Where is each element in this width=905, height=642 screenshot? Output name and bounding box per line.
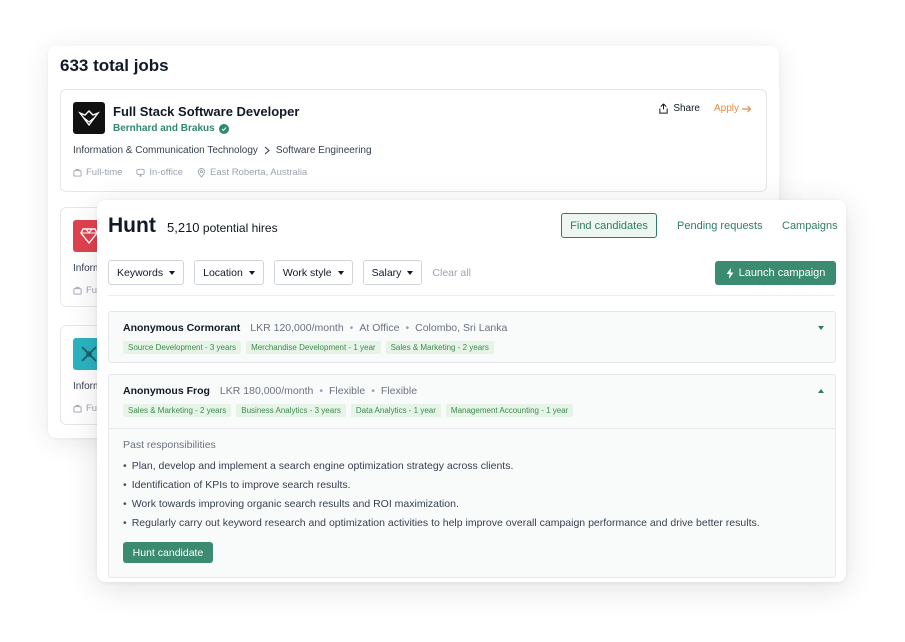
skill-tag: Management Accounting - 1 year <box>445 404 574 417</box>
lightning-icon <box>726 267 734 279</box>
work-style-filter-label: Work style <box>282 266 332 279</box>
collapse-chevron-up-icon[interactable] <box>818 389 824 393</box>
location-label: East Roberta, Australia <box>210 167 308 178</box>
candidate-work-style: At Office <box>359 322 400 334</box>
skill-tags: Sales & Marketing - 2 years Business Ana… <box>123 404 574 417</box>
caret-down-icon <box>169 270 176 275</box>
skill-tag: Merchandise Development - 1 year <box>246 341 381 354</box>
chevron-right-icon <box>264 146 270 155</box>
apply-button[interactable]: Apply <box>714 103 752 114</box>
candidate-header: Anonymous Frog LKR 180,000/month • Flexi… <box>123 385 417 397</box>
briefcase-icon <box>73 404 82 413</box>
briefcase-icon <box>73 168 82 177</box>
caret-down-icon <box>337 270 344 275</box>
candidate-location: Colombo, Sri Lanka <box>415 322 508 334</box>
candidate-salary: LKR 120,000/month <box>250 322 344 334</box>
share-button[interactable]: Share <box>658 103 700 114</box>
expand-chevron-down-icon[interactable] <box>818 326 824 330</box>
salary-filter[interactable]: Salary <box>362 260 423 285</box>
hunt-panel: Hunt 5,210 potential hires Find candidat… <box>97 200 846 582</box>
subcategory-label: Software Engineering <box>275 145 372 156</box>
campaigns-link[interactable]: Campaigns <box>782 213 838 238</box>
company-logo <box>73 102 105 134</box>
caret-down-icon <box>248 270 255 275</box>
employment-type-peek: Fu <box>86 403 98 414</box>
company-name[interactable]: Bernhard and Brakus <box>113 123 229 134</box>
page-title: Hunt <box>108 214 156 237</box>
candidate-header: Anonymous Cormorant LKR 120,000/month • … <box>123 322 507 334</box>
filter-bar: Keywords Location Work style Salary Clea… <box>108 260 471 285</box>
skill-tag: Sales & Marketing - 2 years <box>123 404 232 417</box>
skill-tags: Source Development - 3 years Merchandise… <box>123 341 494 354</box>
skill-tag: Sales & Marketing - 2 years <box>385 341 494 354</box>
hires-number: 5,210 <box>167 220 200 235</box>
salary-filter-label: Salary <box>371 266 402 279</box>
keywords-filter-label: Keywords <box>117 266 164 279</box>
candidate-location: Flexible <box>380 385 418 397</box>
apply-label: Apply <box>713 103 739 114</box>
gem-logo-icon <box>80 228 98 244</box>
responsibility-item: Regularly carry out keyword research and… <box>123 514 760 533</box>
monitor-icon <box>136 168 145 177</box>
cross-logo-icon <box>81 346 97 362</box>
launch-campaign-label: Launch campaign <box>738 267 826 279</box>
work-mode: In-office <box>136 167 183 178</box>
employment-type-label: Full-time <box>86 167 123 178</box>
job-meta: Full-time In-office East Roberta, Austra… <box>73 167 307 178</box>
candidate-name: Anonymous Frog <box>123 385 210 397</box>
keywords-filter[interactable]: Keywords <box>108 260 185 285</box>
divider <box>109 428 835 429</box>
responsibilities-heading: Past responsibilities <box>123 439 216 451</box>
location-pin-icon <box>197 167 206 178</box>
potential-hires-count: 5,210 potential hires <box>167 220 278 235</box>
location-filter[interactable]: Location <box>194 260 264 285</box>
briefcase-icon <box>73 286 82 295</box>
jobs-total-heading: 633 total jobs <box>60 56 169 75</box>
share-icon <box>659 103 668 114</box>
pending-requests-link[interactable]: Pending requests <box>677 213 763 238</box>
separator-dot: • <box>405 322 410 334</box>
separator-dot: • <box>319 385 324 397</box>
skill-tag: Business Analytics - 3 years <box>236 404 346 417</box>
skill-tag: Source Development - 3 years <box>123 341 242 354</box>
arrow-right-icon <box>742 105 752 112</box>
responsibility-item: Plan, develop and implement a search eng… <box>123 457 760 476</box>
candidate-name: Anonymous Cormorant <box>123 322 241 334</box>
share-label: Share <box>673 103 700 114</box>
candidate-card[interactable]: Anonymous Frog LKR 180,000/month • Flexi… <box>108 374 836 578</box>
verified-icon <box>218 123 229 134</box>
separator-dot: • <box>349 322 354 334</box>
job-category-breadcrumb: Information & Communication Technology S… <box>73 145 372 156</box>
job-meta-peek: Fu <box>73 285 97 296</box>
skill-tag: Data Analytics - 1 year <box>350 404 441 417</box>
responsibility-item: Work towards improving organic search re… <box>123 495 760 514</box>
job-title[interactable]: Full Stack Software Developer <box>113 104 299 119</box>
separator-dot: • <box>371 385 375 397</box>
responsibility-item: Identification of KPIs to improve search… <box>123 476 760 495</box>
responsibilities-list: Plan, develop and implement a search eng… <box>123 457 760 533</box>
company-label: Bernhard and Brakus <box>113 123 215 134</box>
caret-down-icon <box>407 270 414 275</box>
work-mode-label: In-office <box>149 167 184 178</box>
hunt-candidate-button[interactable]: Hunt candidate <box>123 542 213 563</box>
job-location: East Roberta, Australia <box>197 167 307 178</box>
hires-label: potential hires <box>202 221 278 235</box>
candidate-work-style: Flexible <box>329 385 366 397</box>
location-filter-label: Location <box>203 266 243 279</box>
launch-campaign-button[interactable]: Launch campaign <box>715 261 836 285</box>
divider <box>108 295 835 296</box>
clear-all-link[interactable]: Clear all <box>432 267 471 279</box>
candidate-salary: LKR 180,000/month <box>219 385 314 397</box>
employment-type-peek: Fu <box>86 285 98 296</box>
category-label: Information & Communication Technology <box>73 145 258 156</box>
job-card[interactable]: Full Stack Software Developer Bernhard a… <box>60 89 767 192</box>
job-meta-peek: Fu <box>73 403 97 414</box>
employment-type: Full-time <box>73 167 122 178</box>
wings-logo-icon <box>78 110 100 127</box>
candidate-card[interactable]: Anonymous Cormorant LKR 120,000/month • … <box>108 311 836 363</box>
find-candidates-button[interactable]: Find candidates <box>561 213 657 238</box>
work-style-filter[interactable]: Work style <box>273 260 353 285</box>
